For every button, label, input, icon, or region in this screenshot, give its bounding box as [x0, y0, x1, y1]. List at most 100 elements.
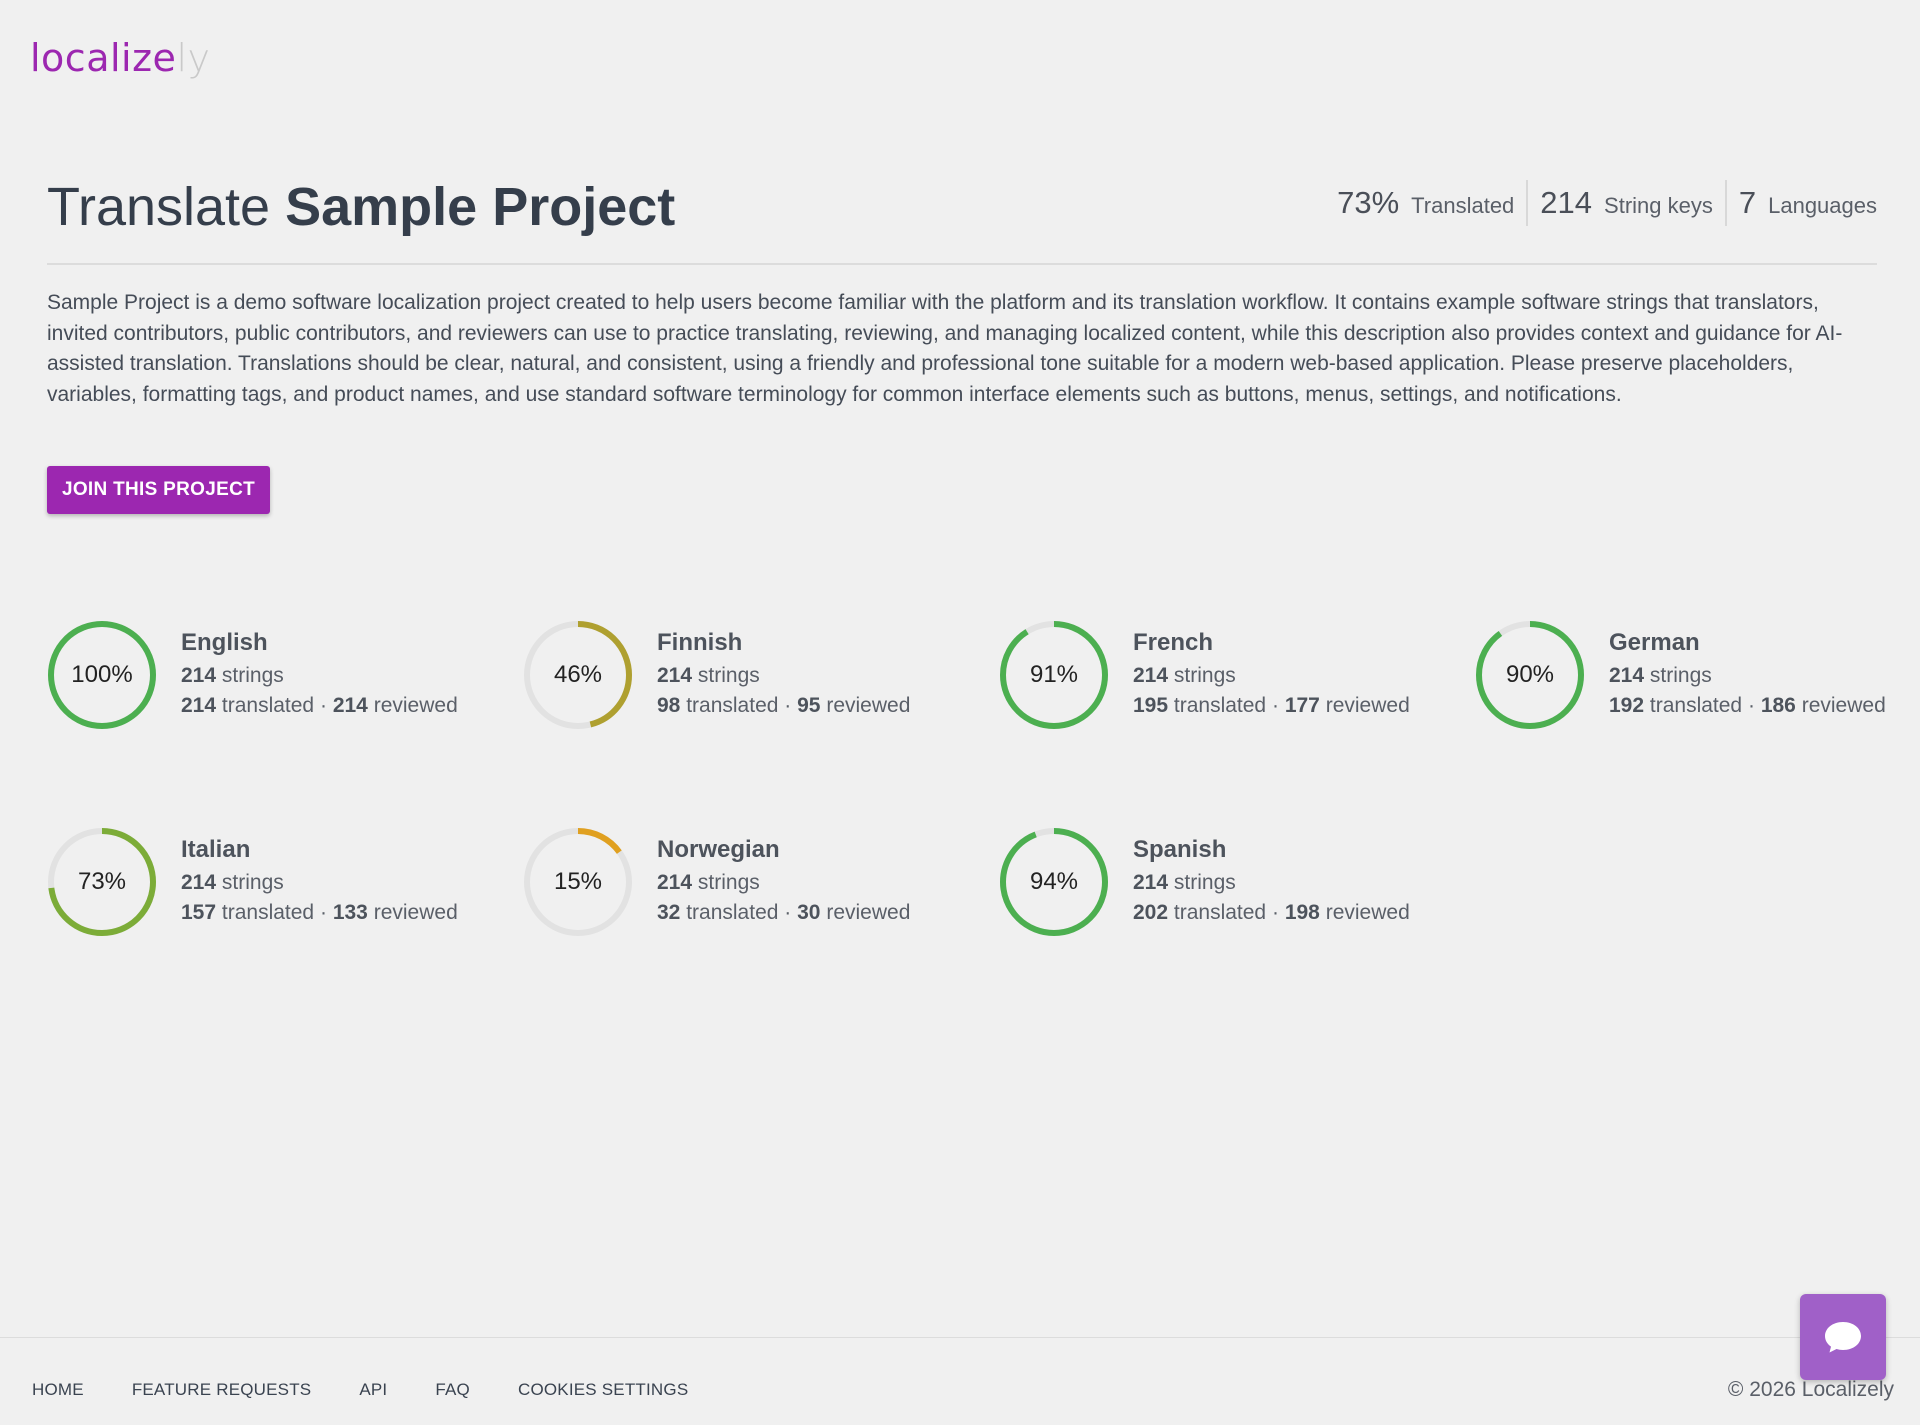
language-info: Italian 214 strings 157 translated · 133 r… — [181, 817, 461, 947]
translated-label: translated — [1173, 901, 1267, 924]
logo[interactable]: localizely — [30, 36, 210, 80]
string-count: 214 strings — [657, 661, 937, 692]
progress-percent: 100% — [71, 661, 133, 688]
reviewed-label: reviewed — [1325, 901, 1410, 924]
translated-label: translated — [1173, 694, 1267, 717]
stat-label: Translated — [1411, 193, 1515, 218]
separator: · — [1271, 694, 1279, 717]
language-name[interactable]: German — [1609, 629, 1889, 657]
page-title: Translate Sample Project — [47, 176, 675, 238]
separator: · — [784, 694, 792, 717]
language-name[interactable]: Italian — [181, 836, 461, 864]
chat-button[interactable] — [1800, 1294, 1886, 1380]
reviewed-label: reviewed — [826, 901, 911, 924]
string-count-value: 214 — [1133, 663, 1169, 687]
reviewed-count: 95 — [797, 694, 821, 717]
reviewed-count: 186 — [1760, 694, 1796, 717]
footer-link-feature-requests[interactable]: FEATURE REQUESTS — [132, 1380, 312, 1400]
language-card-italian[interactable]: 73% Italian 214 strings 157 translated · 13… — [47, 817, 467, 957]
footer-link-api[interactable]: API — [359, 1380, 387, 1400]
translated-count: 202 — [1133, 901, 1169, 924]
language-name[interactable]: French — [1133, 629, 1413, 657]
reviewed-count: 30 — [797, 901, 821, 924]
project-name: Sample Project — [285, 177, 676, 237]
footer: HOME FEATURE REQUESTS API FAQ COOKIES SE… — [0, 1337, 1920, 1425]
translated-count: 98 — [657, 694, 681, 717]
language-card-finnish[interactable]: 46% Finnish 214 strings 98 translated · 95 … — [523, 610, 943, 750]
string-count-value: 214 — [1133, 870, 1169, 894]
string-count-label: strings — [1173, 870, 1236, 894]
progress-ring: 94% — [999, 827, 1109, 937]
language-info: Spanish 214 strings 202 translated · 198 r… — [1133, 817, 1413, 947]
string-count-label: strings — [221, 870, 284, 894]
title-prefix: Translate — [47, 177, 271, 237]
translated-label: translated — [686, 694, 779, 717]
progress-ring: 91% — [999, 620, 1109, 730]
language-card-english[interactable]: 100% English 214 strings 214 translated · 2… — [47, 610, 467, 750]
translation-progress: 32 translated · 30 reviewed — [657, 898, 937, 929]
language-card-norwegian[interactable]: 15% Norwegian 214 strings 32 translated · 3… — [523, 817, 943, 957]
translation-progress: 192 translated · 186 reviewed — [1609, 691, 1889, 722]
reviewed-count: 133 — [332, 901, 368, 924]
translated-count: 214 — [181, 694, 217, 717]
translated-count: 192 — [1609, 694, 1645, 717]
reviewed-count: 198 — [1284, 901, 1320, 924]
translated-count: 157 — [181, 901, 217, 924]
separator: · — [319, 901, 327, 924]
language-card-french[interactable]: 91% French 214 strings 195 translated · 177… — [999, 610, 1419, 750]
reviewed-count: 214 — [332, 694, 368, 717]
progress-ring: 46% — [523, 620, 633, 730]
copyright: © 2026 Localizely — [1727, 1378, 1894, 1401]
logo-main: localize — [30, 36, 177, 80]
progress-percent: 73% — [77, 868, 127, 895]
reviewed-label: reviewed — [1325, 694, 1410, 717]
project-header: Translate Sample Project 73% Translated … — [47, 168, 1877, 265]
language-info: Norwegian 214 strings 32 translated · 30 r… — [657, 817, 937, 947]
translated-count: 195 — [1133, 694, 1169, 717]
footer-link-cookies-settings[interactable]: COOKIES SETTINGS — [518, 1380, 688, 1400]
translated-label: translated — [1649, 694, 1743, 717]
language-name[interactable]: Spanish — [1133, 836, 1413, 864]
string-count-value: 214 — [1609, 663, 1645, 687]
string-count-label: strings — [1649, 663, 1712, 687]
string-count-label: strings — [221, 663, 284, 687]
separator: · — [784, 901, 792, 924]
language-info: English 214 strings 214 translated · 214 r… — [181, 610, 461, 740]
stat-translated: 73% Translated — [1325, 180, 1526, 226]
translation-progress: 195 translated · 177 reviewed — [1133, 691, 1413, 722]
string-count: 214 strings — [181, 868, 461, 899]
translation-progress: 202 translated · 198 reviewed — [1133, 898, 1413, 929]
footer-link-faq[interactable]: FAQ — [435, 1380, 470, 1400]
logo-suffix: ly — [176, 36, 211, 80]
string-count: 214 strings — [1609, 661, 1889, 692]
progress-percent: 94% — [1029, 868, 1079, 895]
reviewed-label: reviewed — [826, 694, 911, 717]
language-info: German 214 strings 192 translated · 186 re… — [1609, 610, 1889, 740]
translation-progress: 214 translated · 214 reviewed — [181, 691, 461, 722]
join-project-button[interactable]: JOIN THIS PROJECT — [47, 466, 270, 514]
translation-progress: 157 translated · 133 reviewed — [181, 898, 461, 929]
string-count-label: strings — [697, 663, 760, 687]
language-name[interactable]: Finnish — [657, 629, 937, 657]
string-count-value: 214 — [657, 870, 693, 894]
stat-label: String keys — [1604, 193, 1713, 218]
progress-percent: 46% — [553, 661, 603, 688]
stat-value: 7 — [1738, 185, 1757, 220]
progress-ring: 100% — [47, 620, 157, 730]
footer-nav: HOME FEATURE REQUESTS API FAQ COOKIES SE… — [32, 1380, 736, 1400]
progress-ring: 90% — [1475, 620, 1585, 730]
reviewed-count: 177 — [1284, 694, 1320, 717]
language-card-spanish[interactable]: 94% Spanish 214 strings 202 translated · 19… — [999, 817, 1419, 957]
string-count-value: 214 — [181, 663, 217, 687]
language-card-german[interactable]: 90% German 214 strings 192 translated · 186… — [1475, 610, 1895, 750]
chat-bubble-icon — [1825, 1322, 1861, 1353]
language-name[interactable]: Norwegian — [657, 836, 937, 864]
reviewed-label: reviewed — [373, 694, 458, 717]
translated-count: 32 — [657, 901, 681, 924]
language-name[interactable]: English — [181, 629, 461, 657]
footer-link-home[interactable]: HOME — [32, 1380, 84, 1400]
translated-label: translated — [221, 694, 315, 717]
separator: · — [1271, 901, 1279, 924]
progress-percent: 15% — [553, 868, 603, 895]
progress-percent: 91% — [1029, 661, 1079, 688]
